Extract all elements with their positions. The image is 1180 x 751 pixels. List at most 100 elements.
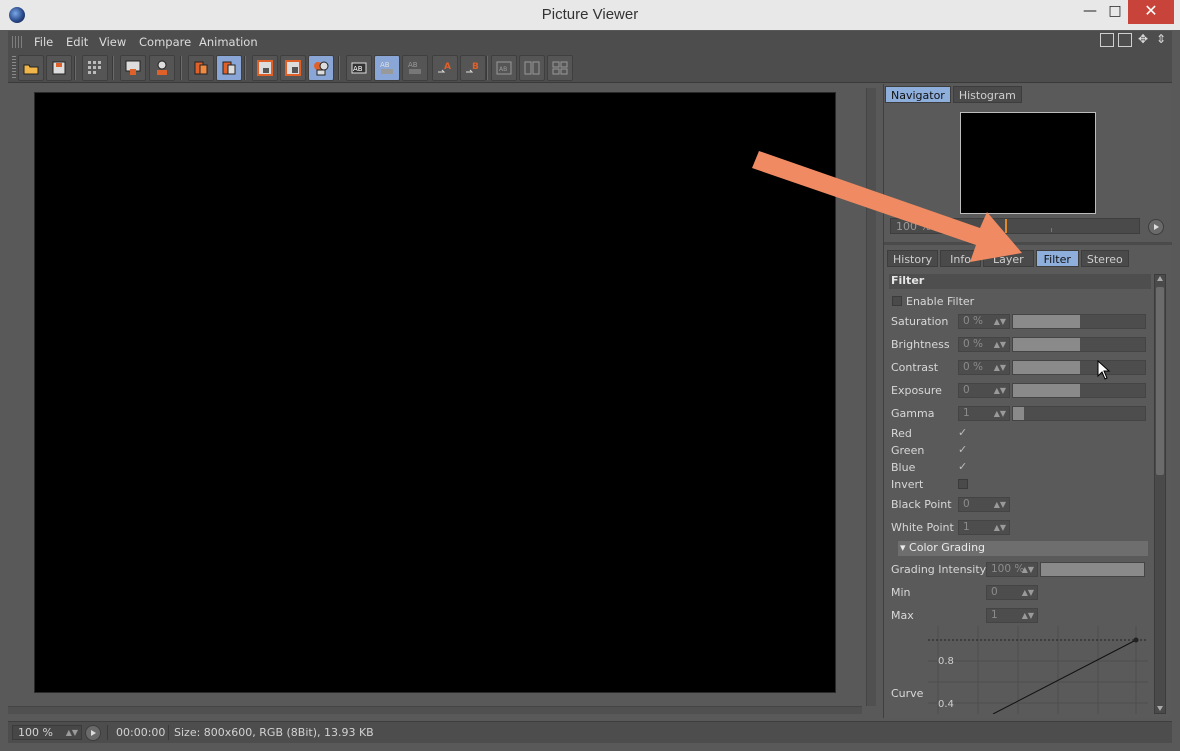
green-checkbox[interactable]: ✓ (958, 443, 967, 456)
panel-divider[interactable] (884, 242, 1172, 245)
menu-file[interactable]: File (34, 35, 53, 49)
stepper-arrows-icon[interactable]: ▲▼ (1022, 563, 1034, 576)
open-file-button[interactable] (18, 55, 44, 81)
panel-layout-icon[interactable] (1100, 33, 1114, 47)
layout-2-button[interactable] (519, 55, 545, 81)
brightness-field[interactable]: 0 % ▲▼ (958, 337, 1010, 352)
view-b-button[interactable] (280, 55, 306, 81)
color-grading-header[interactable]: ▾ Color Grading (898, 541, 1148, 556)
white-point-field[interactable]: 1 ▲▼ (958, 520, 1010, 535)
saturation-slider[interactable] (1012, 314, 1146, 329)
svg-text:A: A (444, 62, 451, 72)
curve-editor[interactable]: 0.8 0.4 (928, 626, 1148, 714)
min-field[interactable]: 0 ▲▼ (986, 585, 1038, 600)
toolbar-grip[interactable] (12, 56, 16, 80)
stepper-arrows-icon[interactable]: ▲▼ (994, 384, 1006, 397)
invert-checkbox[interactable] (958, 479, 968, 489)
layout-icons: ✥ ⇕ (1100, 33, 1168, 47)
view-a-button[interactable] (252, 55, 278, 81)
contrast-field[interactable]: 0 % ▲▼ (958, 360, 1010, 375)
tab-histogram[interactable]: Histogram (952, 86, 1022, 103)
render-region-button[interactable] (120, 55, 146, 81)
tab-navigator[interactable]: Navigator (885, 86, 951, 103)
stepper-arrows-icon[interactable]: ▲▼ (994, 315, 1006, 328)
tab-history[interactable]: History (887, 250, 939, 267)
contrast-slider[interactable] (1012, 360, 1146, 375)
paste-layers-button[interactable] (216, 55, 242, 81)
close-button[interactable]: ✕ (1128, 0, 1174, 24)
image-canvas[interactable] (34, 92, 836, 693)
stepper-arrows-icon[interactable]: ▲▼ (994, 521, 1006, 534)
grid-button[interactable] (82, 55, 108, 81)
maximize-button[interactable]: □ (1103, 0, 1127, 24)
new-panel-icon[interactable] (1118, 33, 1132, 47)
tab-stereo[interactable]: Stereo (1080, 250, 1129, 267)
stepper-arrows-icon[interactable]: ▲▼ (994, 498, 1006, 511)
toolbar-separator (338, 56, 340, 80)
layout-3-button[interactable] (547, 55, 573, 81)
copy-layers-button[interactable] (188, 55, 214, 81)
picture-viewer-window: Picture Viewer — □ ✕ File Edit View Comp… (0, 0, 1180, 751)
menu-compare[interactable]: Compare (139, 35, 191, 49)
exposure-slider[interactable] (1012, 383, 1146, 398)
max-value: 1 (991, 609, 998, 621)
blue-checkbox[interactable]: ✓ (958, 460, 967, 473)
save-file-button[interactable] (46, 55, 72, 81)
move-icon[interactable]: ✥ (1136, 33, 1150, 47)
tab-filter[interactable]: Filter (1035, 250, 1079, 267)
min-label: Min (891, 586, 911, 599)
tab-layer[interactable]: Layer (982, 250, 1034, 267)
menu-animation[interactable]: Animation (199, 35, 258, 49)
play-button[interactable] (85, 725, 101, 741)
navigator-preview[interactable] (960, 112, 1096, 214)
navigator-play-button[interactable] (1148, 219, 1164, 235)
menu-edit[interactable]: Edit (66, 35, 88, 49)
gamma-slider[interactable] (1012, 406, 1146, 421)
svg-text:B: B (472, 62, 479, 72)
stepper-arrows-icon[interactable]: ▲▼ (994, 407, 1006, 420)
set-a-button[interactable]: A (432, 55, 458, 81)
red-label: Red (891, 427, 912, 440)
image-vertical-scrollbar[interactable] (866, 88, 876, 706)
status-zoom-value: 100 % (18, 726, 53, 739)
ab-split-button[interactable]: AB (374, 55, 400, 81)
red-checkbox[interactable]: ✓ (958, 426, 967, 439)
minimize-button[interactable]: — (1078, 0, 1102, 24)
scroll-up-arrow-icon[interactable] (1157, 276, 1163, 281)
tab-info[interactable]: Info (940, 250, 981, 267)
ab-toggle-button[interactable]: AB (402, 55, 428, 81)
menu-view[interactable]: View (99, 35, 126, 49)
navigator-zoom-value: 100 % (896, 220, 931, 233)
stepper-arrows-icon[interactable]: ▲▼ (994, 361, 1006, 374)
set-b-button[interactable]: B (460, 55, 486, 81)
gamma-field[interactable]: 1 ▲▼ (958, 406, 1010, 421)
svg-text:AB: AB (353, 65, 363, 73)
layout-1-button[interactable]: AB (491, 55, 517, 81)
exposure-field[interactable]: 0 ▲▼ (958, 383, 1010, 398)
max-field[interactable]: 1 ▲▼ (986, 608, 1038, 623)
view-ab-button[interactable] (308, 55, 334, 81)
slider-fill (1013, 338, 1080, 351)
resize-icon[interactable]: ⇕ (1154, 33, 1168, 47)
menu-grip-icon[interactable] (12, 36, 24, 48)
scroll-thumb[interactable] (1156, 287, 1164, 475)
enable-filter-checkbox[interactable] (892, 296, 902, 306)
saturation-field[interactable]: 0 % ▲▼ (958, 314, 1010, 329)
brightness-slider[interactable] (1012, 337, 1146, 352)
image-horizontal-scrollbar[interactable] (8, 706, 862, 714)
stepper-arrows-icon[interactable]: ▲▼ (1022, 609, 1034, 622)
stepper-arrows-icon[interactable]: ▲▼ (66, 726, 78, 739)
black-point-value: 0 (963, 498, 970, 510)
black-point-field[interactable]: 0 ▲▼ (958, 497, 1010, 512)
stepper-arrows-icon[interactable]: ▲▼ (994, 338, 1006, 351)
svg-text:AB: AB (380, 61, 390, 69)
stepper-arrows-icon[interactable]: ▲▼ (1022, 586, 1034, 599)
grading-intensity-field[interactable]: 100 % ▲▼ (986, 562, 1038, 577)
person-export-button[interactable] (149, 55, 175, 81)
filter-vertical-scrollbar[interactable] (1154, 274, 1166, 714)
status-zoom-field[interactable]: 100 % ▲▼ (12, 725, 82, 740)
grading-intensity-slider[interactable] (1040, 562, 1145, 577)
scroll-down-arrow-icon[interactable] (1157, 706, 1163, 711)
ab-compare-button[interactable]: AB (346, 55, 372, 81)
navigator-zoom-slider[interactable]: 100 % (890, 218, 1140, 234)
